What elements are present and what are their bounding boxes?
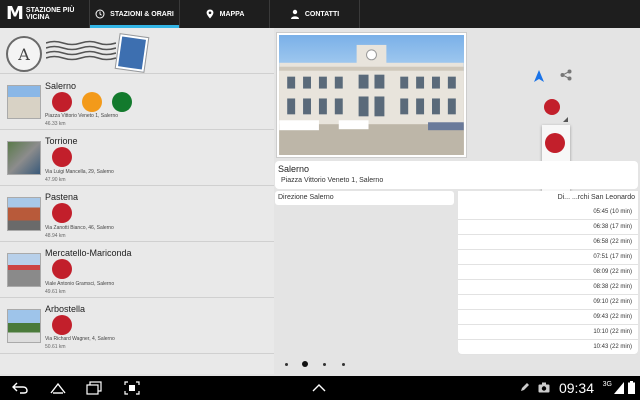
station-address: Via Richard Wagner, 4, Salerno — [45, 336, 115, 342]
station-distance: 50.61 km — [45, 344, 66, 350]
postmark-stamp-icon: A — [6, 36, 42, 72]
logo-line-2: VICINA — [25, 14, 50, 21]
timetable-row: 10:43 (22 min) — [458, 340, 638, 355]
light-selector-button[interactable] — [544, 99, 560, 115]
screenshot-icon[interactable] — [124, 381, 140, 395]
map-pin-icon — [206, 9, 214, 19]
tab-contatti[interactable]: CONTATTI — [270, 0, 360, 28]
timetable-row: 06:38 (17 min) — [458, 220, 638, 235]
station-address: Via Zanotti Bianco, 46, Salerno — [45, 225, 114, 231]
list-item-mercatello-mariconda[interactable]: Mercatello-Mariconda Viale Antonio Grams… — [0, 243, 274, 298]
battery-icon — [628, 381, 635, 394]
logo-letter: M — [6, 3, 24, 24]
postmark-waves-icon — [46, 40, 116, 61]
red-light-icon — [52, 315, 72, 335]
network-type: 3G — [602, 381, 612, 388]
page-dot[interactable] — [285, 363, 288, 366]
timetable-row: 08:38 (22 min) — [458, 280, 638, 295]
list-item-arbostella[interactable]: Arbostella Via Richard Wagner, 4, Salern… — [0, 299, 274, 354]
clock-icon — [95, 9, 105, 19]
signal-strength-icon — [614, 382, 624, 394]
app-logo[interactable]: M STAZIONE PIÙ VICINA — [0, 0, 90, 28]
tab-stazioni-orari[interactable]: STAZIONI & ORARI — [90, 0, 180, 28]
stamp-image — [115, 34, 149, 72]
page-dot[interactable] — [342, 363, 345, 366]
timetable-row: 07:51 (17 min) — [458, 250, 638, 265]
timetable: 05:45 (10 min) 06:38 (17 min) 06:58 (22 … — [458, 205, 638, 355]
station-building-image — [279, 44, 464, 155]
station-photo — [276, 32, 467, 158]
station-address: Viale Antonio Gramsci, Salerno — [45, 281, 115, 287]
share-icon[interactable] — [560, 69, 572, 81]
timetable-row: 09:10 (22 min) — [458, 295, 638, 310]
action-bar: M STAZIONE PIÙ VICINA STAZIONI & ORARI M… — [0, 0, 640, 28]
red-light-icon — [52, 92, 72, 112]
stamp-header: A — [0, 28, 274, 74]
station-thumbnail — [7, 253, 41, 287]
station-list-panel: A Salerno Piazza Vittorio Veneto 1, Sale… — [0, 28, 274, 374]
station-thumbnail — [7, 141, 41, 175]
person-icon — [290, 9, 299, 19]
timetable-row: 05:45 (10 min) — [458, 205, 638, 220]
red-light-icon — [52, 259, 72, 279]
timetable-row: 08:09 (22 min) — [458, 265, 638, 280]
dropdown-option-red[interactable] — [545, 133, 565, 153]
station-distance: 49.61 km — [45, 289, 66, 295]
green-light-icon — [112, 92, 132, 112]
station-address: Piazza Vittorio Veneto 1, Salerno — [45, 113, 119, 119]
station-name: Torrione — [45, 136, 78, 146]
station-name: Salerno — [45, 81, 77, 91]
list-item-salerno[interactable]: Salerno Piazza Vittorio Veneto 1, Salern… — [0, 75, 274, 130]
direction-header-left[interactable]: Direzione Salerno — [275, 191, 454, 205]
timetable-row: 06:58 (22 min) — [458, 235, 638, 250]
home-icon[interactable] — [50, 382, 66, 394]
detail-title: Salerno — [278, 164, 310, 174]
red-light-icon — [52, 203, 72, 223]
orange-light-icon — [82, 92, 102, 112]
direction-header-right[interactable]: Di... ...rchi San Leonardo — [458, 191, 638, 205]
tab-label: MAPPA — [219, 10, 245, 18]
detail-address: Piazza Vittorio Veneto 1, Salerno — [281, 177, 384, 184]
back-icon[interactable] — [12, 382, 28, 394]
timetable-row: 10:10 (22 min) — [458, 325, 638, 340]
list-item-torrione[interactable]: Torrione Via Luigi Mancella, 29, Salerno… — [0, 131, 274, 186]
tab-mappa[interactable]: MAPPA — [180, 0, 270, 28]
page-dot[interactable] — [323, 363, 326, 366]
dropdown-corner-icon — [563, 117, 568, 122]
tab-label: STAZIONI & ORARI — [110, 10, 174, 18]
station-info-card: Salerno Piazza Vittorio Veneto 1, Salern… — [275, 161, 638, 189]
station-name: Mercatello-Mariconda — [45, 248, 132, 258]
station-address: Via Luigi Mancella, 29, Salerno — [45, 169, 114, 175]
page-dot-active[interactable] — [302, 361, 308, 367]
red-light-icon — [52, 147, 72, 167]
navigation-arrow-icon[interactable] — [534, 70, 544, 82]
recent-apps-icon[interactable] — [86, 381, 102, 395]
station-distance: 47.90 km — [45, 177, 66, 183]
station-distance: 46.33 km — [45, 121, 66, 127]
camera-icon — [538, 382, 550, 393]
station-thumbnail — [7, 197, 41, 231]
list-item-pastena[interactable]: Pastena Via Zanotti Bianco, 46, Salerno … — [0, 187, 274, 242]
clock: 09:34 — [558, 380, 594, 396]
station-name: Arbostella — [45, 304, 86, 314]
tab-label: CONTATTI — [304, 10, 340, 18]
station-thumbnail — [7, 85, 41, 119]
page-indicator — [280, 360, 360, 370]
station-distance: 48.94 km — [45, 233, 66, 239]
timetable-row: 09:43 (22 min) — [458, 310, 638, 325]
station-thumbnail — [7, 309, 41, 343]
system-navigation-bar: 09:34 3G — [0, 376, 640, 400]
logo-line-1: STAZIONE PIÙ — [25, 7, 75, 14]
station-name: Pastena — [45, 192, 79, 202]
chevron-up-icon[interactable] — [312, 383, 326, 392]
pencil-icon — [521, 383, 529, 391]
